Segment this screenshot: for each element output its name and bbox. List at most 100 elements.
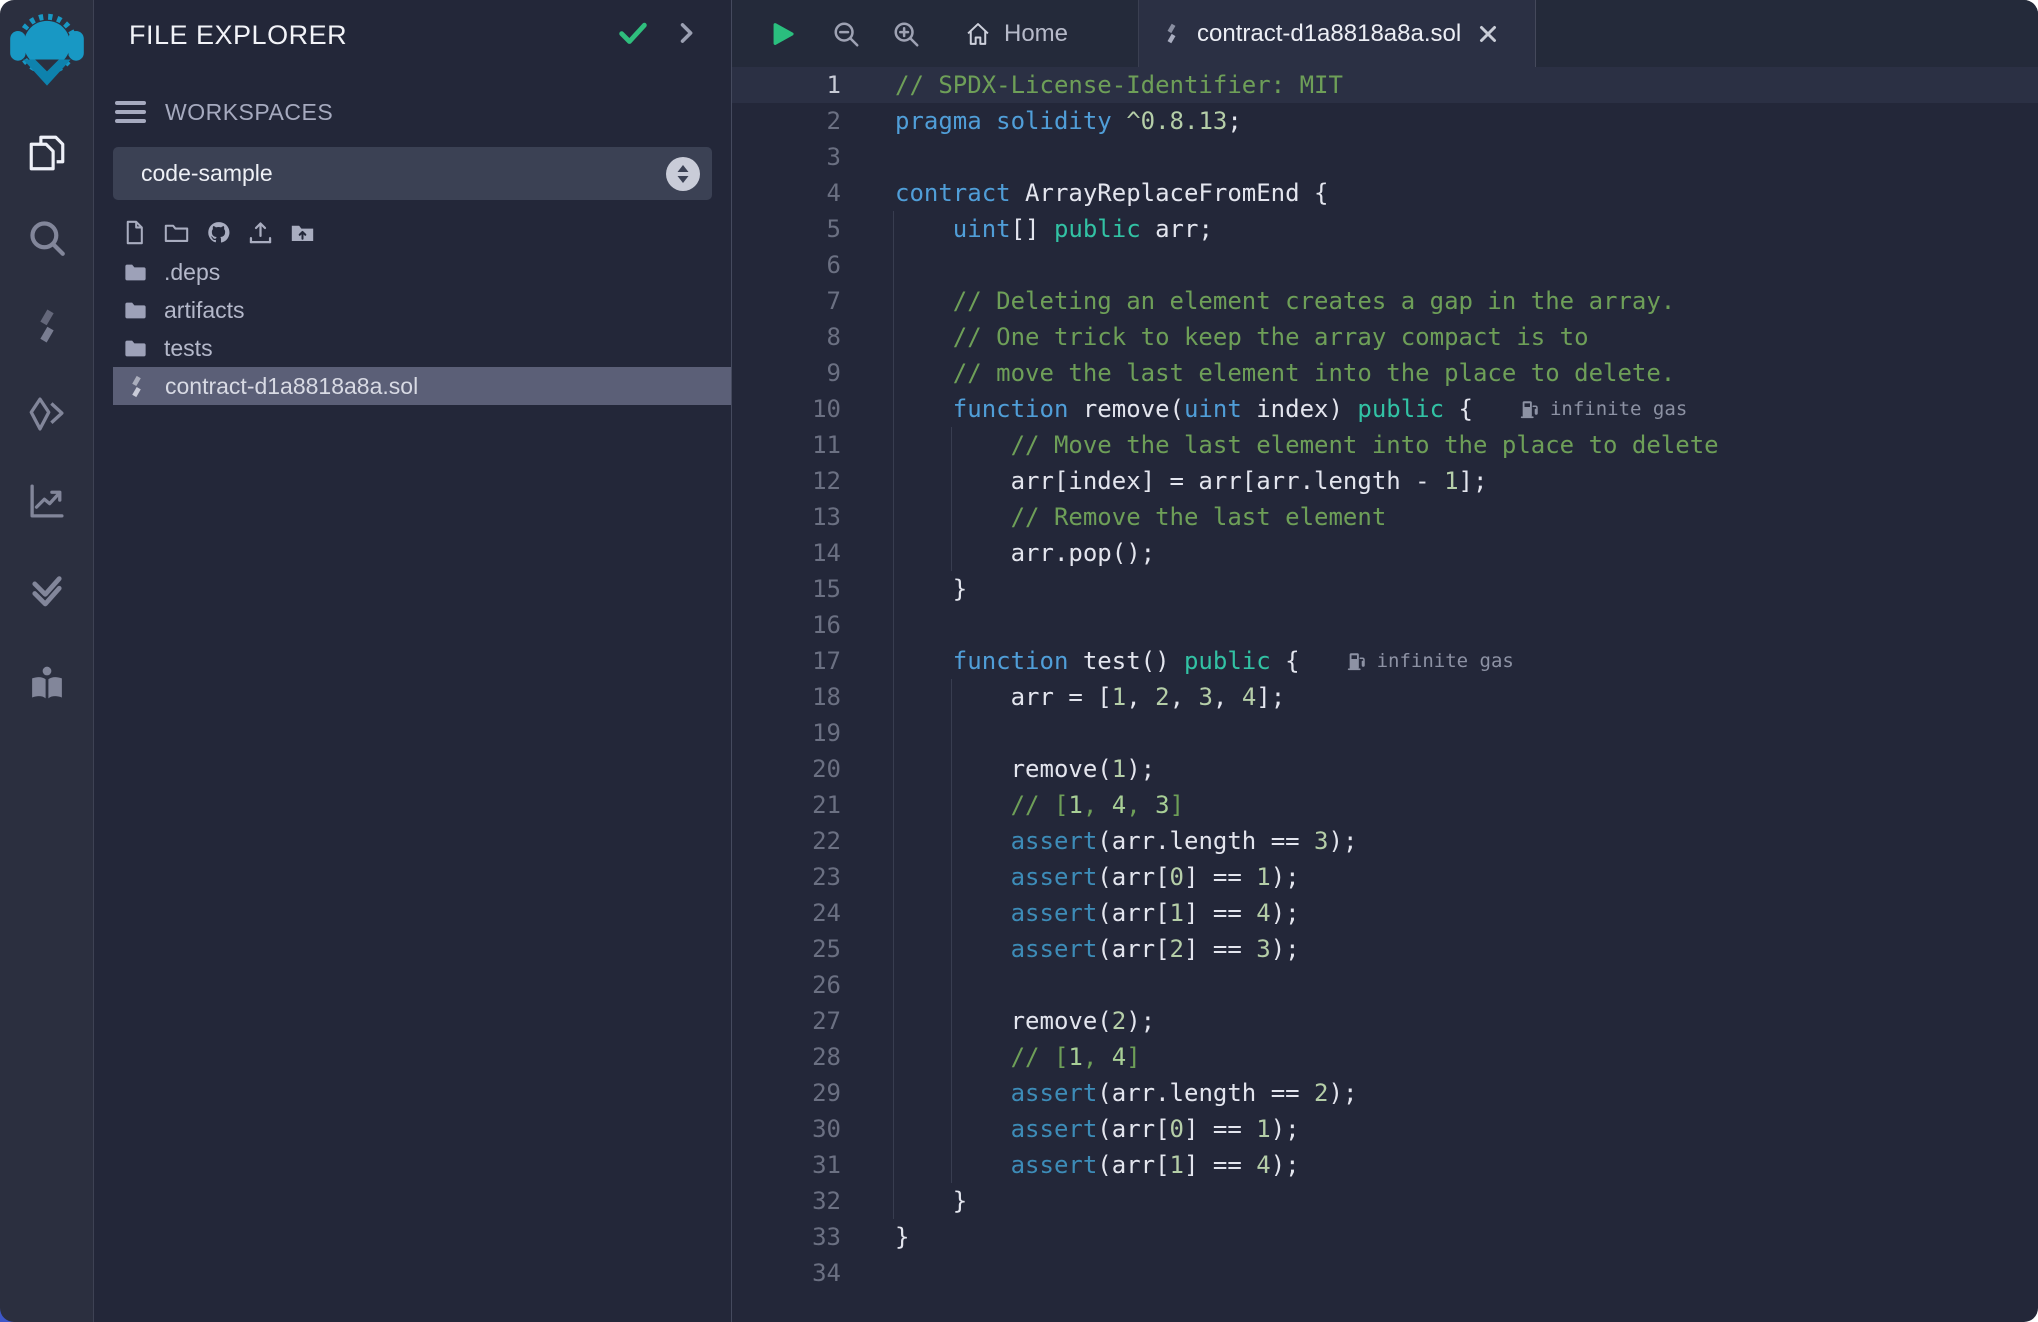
- code-editor[interactable]: 1// SPDX-License-Identifier: MIT2pragma …: [732, 67, 2038, 1322]
- code-line-28[interactable]: 28 // [1, 4]: [732, 1039, 2038, 1075]
- code-line-21[interactable]: 21 // [1, 4, 3]: [732, 787, 2038, 823]
- sidebar-item-learneth[interactable]: [24, 663, 70, 709]
- line-number: 1: [732, 67, 841, 103]
- sidebar-item-search[interactable]: [24, 217, 70, 263]
- run-script-button[interactable]: [762, 0, 802, 67]
- code-line-7[interactable]: 7 // Deleting an element creates a gap i…: [732, 283, 2038, 319]
- accept-check-icon[interactable]: [616, 16, 650, 50]
- code-line-32[interactable]: 32 }: [732, 1183, 2038, 1219]
- sidebar-item-file-explorer[interactable]: [24, 132, 70, 178]
- panel-title: FILE EXPLORER: [129, 20, 347, 51]
- code-line-content: // One trick to keep the array compact i…: [841, 319, 1589, 355]
- code-line-34[interactable]: 34: [732, 1255, 2038, 1291]
- code-line-24[interactable]: 24 assert(arr[1] == 4);: [732, 895, 2038, 931]
- gas-estimate-label: infinite gas: [1377, 643, 1514, 679]
- sidebar-item-statistics[interactable]: [24, 480, 70, 526]
- close-tab-icon[interactable]: [1476, 22, 1500, 46]
- code-line-11[interactable]: 11 // Move the last element into the pla…: [732, 427, 2038, 463]
- code-line-content: [841, 139, 895, 175]
- line-number: 20: [732, 751, 841, 787]
- github-button[interactable]: [204, 219, 232, 251]
- code-line-22[interactable]: 22 assert(arr.length == 3);: [732, 823, 2038, 859]
- zoom-out-button[interactable]: [824, 0, 868, 67]
- code-line-12[interactable]: 12 arr[index] = arr[arr.length - 1];: [732, 463, 2038, 499]
- code-line-4[interactable]: 4contract ArrayReplaceFromEnd {: [732, 175, 2038, 211]
- code-line-23[interactable]: 23 assert(arr[0] == 1);: [732, 859, 2038, 895]
- code-line-17[interactable]: 17 function test() public {infinite gas: [732, 643, 2038, 679]
- line-number: 22: [732, 823, 841, 859]
- zoom-in-button[interactable]: [884, 0, 928, 67]
- code-line-31[interactable]: 31 assert(arr[1] == 4);: [732, 1147, 2038, 1183]
- new-folder-button[interactable]: [162, 219, 190, 251]
- code-line-27[interactable]: 27 remove(2);: [732, 1003, 2038, 1039]
- code-line-content: [841, 607, 895, 643]
- line-number: 16: [732, 607, 841, 643]
- code-line-25[interactable]: 25 assert(arr[2] == 3);: [732, 931, 2038, 967]
- code-line-30[interactable]: 30 assert(arr[0] == 1);: [732, 1111, 2038, 1147]
- code-line-29[interactable]: 29 assert(arr.length == 2);: [732, 1075, 2038, 1111]
- code-line-18[interactable]: 18 arr = [1, 2, 3, 4];: [732, 679, 2038, 715]
- remix-logo-icon[interactable]: [9, 12, 85, 94]
- code-line-16[interactable]: 16: [732, 607, 2038, 643]
- code-line-content: assert(arr.length == 3);: [841, 823, 1357, 859]
- code-line-9[interactable]: 9 // move the last element into the plac…: [732, 355, 2038, 391]
- file-toolbar: [120, 219, 316, 251]
- upload-file-button[interactable]: [246, 219, 274, 251]
- file-label: contract-d1a8818a8a.sol: [165, 373, 418, 400]
- code-line-15[interactable]: 15 }: [732, 571, 2038, 607]
- indent-guide: [951, 679, 952, 1183]
- code-line-content: [841, 1255, 895, 1291]
- search-icon: [26, 217, 68, 264]
- file-row-contract-d1a8818a8a.sol[interactable]: contract-d1a8818a8a.sol: [113, 367, 731, 405]
- code-line-content: [841, 967, 895, 1003]
- line-number: 31: [732, 1147, 841, 1183]
- code-line-5[interactable]: 5 uint[] public arr;: [732, 211, 2038, 247]
- code-line-content: remove(2);: [841, 1003, 1155, 1039]
- chevron-right-icon[interactable]: [672, 19, 700, 47]
- line-number: 24: [732, 895, 841, 931]
- line-number: 21: [732, 787, 841, 823]
- code-line-8[interactable]: 8 // One trick to keep the array compact…: [732, 319, 2038, 355]
- code-line-content: uint[] public arr;: [841, 211, 1213, 247]
- folder-icon: [122, 259, 149, 286]
- code-line-26[interactable]: 26: [732, 967, 2038, 1003]
- code-line-1[interactable]: 1// SPDX-License-Identifier: MIT: [732, 67, 2038, 103]
- line-number: 23: [732, 859, 841, 895]
- hamburger-menu-icon[interactable]: [115, 100, 149, 124]
- code-line-content: arr = [1, 2, 3, 4];: [841, 679, 1285, 715]
- folder-row-artifacts[interactable]: artifacts: [94, 291, 731, 329]
- upload-folder-button[interactable]: [288, 219, 316, 251]
- remix-app-window: FILE EXPLORER WORKSPACES code-sample .d: [0, 0, 2038, 1322]
- new-file-button[interactable]: [120, 219, 148, 251]
- code-line-content: assert(arr[2] == 3);: [841, 931, 1300, 967]
- code-line-3[interactable]: 3: [732, 139, 2038, 175]
- code-line-content: // Move the last element into the place …: [841, 427, 1719, 463]
- folder-icon: [122, 297, 149, 324]
- workspace-select[interactable]: code-sample: [113, 147, 712, 200]
- line-number: 33: [732, 1219, 841, 1255]
- sidebar-item-deploy-run[interactable]: [24, 393, 70, 439]
- line-number: 14: [732, 535, 841, 571]
- code-line-14[interactable]: 14 arr.pop();: [732, 535, 2038, 571]
- code-line-content: contract ArrayReplaceFromEnd {: [841, 175, 1328, 211]
- code-line-6[interactable]: 6: [732, 247, 2038, 283]
- home-icon: [964, 20, 992, 48]
- chart-icon: [26, 480, 68, 527]
- tab-home[interactable]: Home: [950, 0, 1082, 67]
- workspace-selected-value: code-sample: [141, 160, 666, 187]
- tab-contract-file[interactable]: contract-d1a8818a8a.sol: [1138, 0, 1536, 67]
- code-line-10[interactable]: 10 function remove(uint index) public {i…: [732, 391, 2038, 427]
- code-line-content: }: [841, 1183, 967, 1219]
- code-line-13[interactable]: 13 // Remove the last element: [732, 499, 2038, 535]
- code-line-20[interactable]: 20 remove(1);: [732, 751, 2038, 787]
- sidebar-item-solidity-compiler[interactable]: [24, 305, 70, 351]
- code-line-19[interactable]: 19: [732, 715, 2038, 751]
- code-line-33[interactable]: 33}: [732, 1219, 2038, 1255]
- code-line-content: assert(arr[1] == 4);: [841, 1147, 1300, 1183]
- folder-row-.deps[interactable]: .deps: [94, 253, 731, 291]
- sidebar-item-unit-testing[interactable]: [24, 569, 70, 615]
- code-line-2[interactable]: 2pragma solidity ^0.8.13;: [732, 103, 2038, 139]
- line-number: 10: [732, 391, 841, 427]
- folder-row-tests[interactable]: tests: [94, 329, 731, 367]
- line-number: 5: [732, 211, 841, 247]
